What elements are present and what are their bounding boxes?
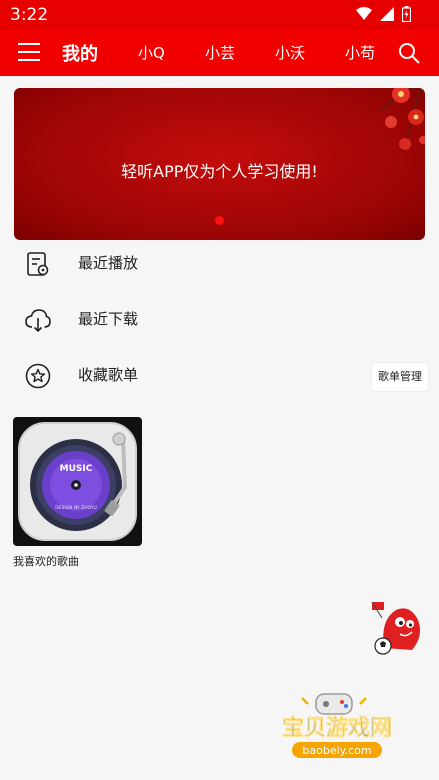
banner-text: 轻听APP仅为个人学习使用! [121, 162, 318, 181]
search-icon[interactable] [398, 42, 420, 64]
tab-xiaoq[interactable]: 小Q [138, 42, 165, 63]
app-bar: 我的 小Q 小芸 小沃 小苟 [0, 30, 439, 76]
tab-mine[interactable]: 我的 [62, 40, 98, 66]
cover-subtitle: DESIGN BY ZHOYU [55, 505, 97, 511]
mascot-football-icon [371, 601, 420, 655]
banner[interactable]: 轻听APP仅为个人学习使用! [14, 88, 425, 240]
wifi-icon [356, 7, 372, 20]
signal-icon [380, 7, 394, 21]
cover-title: MUSIC [60, 464, 93, 474]
playlist-name: 我喜欢的歌曲 [13, 555, 79, 568]
watermark-title: 宝贝游戏网 [282, 715, 392, 741]
cloud-download-icon [25, 309, 51, 333]
site-watermark: 宝贝游戏网 baobeiy.com [282, 693, 392, 758]
tab-xiaoyun[interactable]: 小芸 [205, 42, 235, 63]
menu-item-recent-play[interactable]: 最近播放 [0, 236, 439, 292]
status-bar: 3:22 [0, 0, 439, 30]
banner-indicator-dot[interactable] [215, 216, 224, 225]
status-time: 3:22 [10, 5, 49, 25]
menu-item-label: 收藏歌单 [78, 366, 139, 384]
plum-blossom-decoration [380, 88, 425, 153]
playlist-manage-button[interactable]: 歌单管理 [371, 362, 429, 392]
menu-item-label: 最近播放 [78, 254, 139, 272]
playlist-cover[interactable]: MUSIC DESIGN BY ZHOYU [13, 417, 142, 546]
battery-icon [402, 6, 411, 22]
menu-item-recent-download[interactable]: 最近下载 [0, 292, 439, 348]
vinyl-record-icon: MUSIC DESIGN BY ZHOYU [18, 422, 137, 541]
status-icons [356, 6, 411, 22]
tab-xiaowo[interactable]: 小沃 [275, 42, 305, 63]
recent-play-icon [27, 252, 49, 276]
watermark-url: baobeiy.com [302, 744, 371, 757]
menu-icon[interactable] [18, 43, 40, 63]
tab-xiaogou[interactable]: 小苟 [345, 42, 375, 63]
menu-item-label: 最近下载 [78, 310, 139, 328]
star-icon [25, 363, 51, 389]
